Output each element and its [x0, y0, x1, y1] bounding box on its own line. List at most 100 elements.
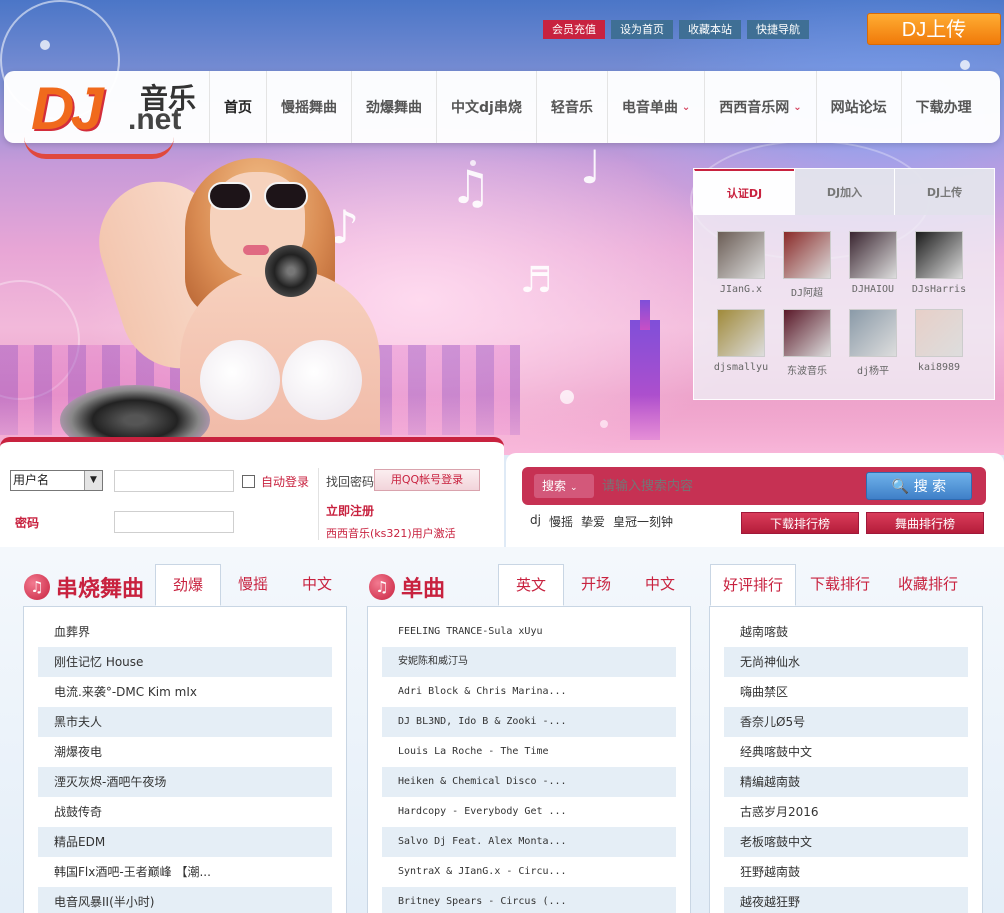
site-logo[interactable]: DJ 音乐 .net [4, 71, 209, 159]
vip-recharge-link[interactable]: 会员充值 [543, 20, 605, 39]
quick-nav-link[interactable]: 快捷导航 [747, 20, 809, 39]
password-input[interactable] [114, 511, 234, 533]
dj-card[interactable]: JIanG.x [708, 231, 774, 299]
qq-login-button[interactable]: 用QQ帐号登录 [374, 469, 480, 491]
tab-single-opening[interactable]: 开场 [564, 564, 628, 606]
nav-edm-single[interactable]: 电音单曲 ⌄ [606, 71, 704, 143]
list-item[interactable]: 古惑岁月2016 [724, 797, 968, 827]
hotword[interactable]: 皇冠一刻钟 [613, 513, 673, 530]
tab-certified-dj[interactable]: 认证DJ [694, 169, 794, 215]
dj-avatar[interactable] [849, 231, 897, 279]
dj-avatar[interactable] [915, 309, 963, 357]
tab-rank-download[interactable]: 下载排行 [796, 564, 884, 606]
list-item[interactable]: 电音风暴II(半小时) [38, 887, 332, 913]
find-password-link[interactable]: 找回密码 [326, 473, 374, 490]
list-item[interactable]: 潮爆夜电 [38, 737, 332, 767]
list-item[interactable]: FEELING TRANCE-Sula xUyu [382, 617, 676, 647]
dj-avatar[interactable] [783, 309, 831, 357]
tab-rank-rating[interactable]: 好评排行 [710, 564, 797, 606]
list-item[interactable]: 经典喀鼓中文 [724, 737, 968, 767]
dj-card[interactable]: DJHAIOU [840, 231, 906, 299]
list-item[interactable]: 香奈儿Ø5号 [724, 707, 968, 737]
list-item[interactable]: Britney Spears - Circus (... [382, 887, 676, 913]
tab-rank-favorite[interactable]: 收藏排行 [884, 564, 972, 606]
list-item[interactable]: 战鼓传奇 [38, 797, 332, 827]
list-item[interactable]: 电流.来袭°-DMC Kim mIx [38, 677, 332, 707]
download-rank-button[interactable]: 下载排行榜 [741, 512, 859, 534]
dj-name[interactable]: DJHAIOU [840, 284, 906, 295]
dj-card[interactable]: 东波音乐 [774, 309, 840, 377]
dj-name[interactable]: DJ阿超 [774, 284, 840, 299]
list-item[interactable]: 越南喀鼓 [724, 617, 968, 647]
list-item[interactable]: 刚住记忆 House [38, 647, 332, 677]
dj-avatar[interactable] [717, 231, 765, 279]
auto-login-checkbox[interactable]: 自动登录 [242, 473, 309, 490]
nav-hot-dance[interactable]: 劲爆舞曲 [351, 71, 436, 143]
nav-chinese-mix[interactable]: 中文dj串烧 [436, 71, 536, 143]
dj-name[interactable]: kai8989 [906, 362, 972, 373]
list-item[interactable]: 精品EDM [38, 827, 332, 857]
hotword[interactable]: 慢摇 [549, 513, 573, 530]
dj-card[interactable]: dj杨平 [840, 309, 906, 377]
nav-light-music[interactable]: 轻音乐 [535, 71, 607, 143]
list-item[interactable]: 嗨曲禁区 [724, 677, 968, 707]
register-link[interactable]: 立即注册 [326, 502, 374, 519]
username-type-select[interactable]: 用户名 ▼ [10, 470, 103, 491]
tab-mix-chinese[interactable]: 中文 [285, 564, 349, 606]
set-homepage-link[interactable]: 设为首页 [611, 20, 673, 39]
dj-name[interactable]: DJsHarris [906, 284, 972, 295]
list-item[interactable]: 血葬界 [38, 617, 332, 647]
list-item[interactable]: SyntraX & JIanG.x - Circu... [382, 857, 676, 887]
hotword[interactable]: dj [530, 513, 541, 530]
dj-upload-button[interactable]: DJ上传 [867, 13, 1001, 45]
list-item[interactable]: 越夜越狂野 [724, 887, 968, 913]
nav-slow-dance[interactable]: 慢摇舞曲 [266, 71, 351, 143]
top-links: 会员充值 设为首页 收藏本站 快捷导航 [543, 20, 809, 39]
list-item[interactable]: 无尚神仙水 [724, 647, 968, 677]
dj-card[interactable]: DJ阿超 [774, 231, 840, 299]
tab-dj-upload[interactable]: DJ上传 [894, 169, 994, 215]
dj-card[interactable]: DJsHarris [906, 231, 972, 299]
list-item[interactable]: Adri Block & Chris Marina... [382, 677, 676, 707]
list-item[interactable]: 黑市夫人 [38, 707, 332, 737]
nav-download[interactable]: 下载办理 [900, 71, 986, 143]
list-item[interactable]: 狂野越南鼓 [724, 857, 968, 887]
dj-card[interactable]: djsmallyu [708, 309, 774, 377]
tab-single-chinese[interactable]: 中文 [628, 564, 692, 606]
dj-name[interactable]: 东波音乐 [774, 362, 840, 377]
dj-avatar[interactable] [717, 309, 765, 357]
dj-name[interactable]: djsmallyu [708, 362, 774, 373]
nav-home[interactable]: 首页 [209, 71, 266, 143]
list-item[interactable]: Heiken & Chemical Disco -... [382, 767, 676, 797]
music-note-icon: ♫ [369, 574, 395, 600]
search-type-select[interactable]: 搜索 ⌄ [534, 474, 594, 498]
list-item[interactable]: 湮灭灰烬-酒吧午夜场 [38, 767, 332, 797]
dj-avatar[interactable] [783, 231, 831, 279]
activate-link[interactable]: 西西音乐(ks321)用户激活 [326, 525, 456, 541]
username-input[interactable] [114, 470, 234, 492]
list-item[interactable]: Hardcopy - Everybody Get ... [382, 797, 676, 827]
list-item[interactable]: 老板喀鼓中文 [724, 827, 968, 857]
list-item[interactable]: 安妮陈和威汀马 [382, 647, 676, 677]
dj-name[interactable]: JIanG.x [708, 284, 774, 295]
nav-forum[interactable]: 网站论坛 [815, 71, 901, 143]
tab-mix-slow[interactable]: 慢摇 [221, 564, 285, 606]
dj-name[interactable]: dj杨平 [840, 362, 906, 377]
list-item[interactable]: 韩国Flx酒吧-王者巅峰 【潮... [38, 857, 332, 887]
list-item[interactable]: DJ BL3ND, Ido B & Zooki -... [382, 707, 676, 737]
tab-single-english[interactable]: 英文 [498, 564, 565, 606]
tab-mix-hot[interactable]: 劲爆 [155, 564, 222, 606]
dance-rank-button[interactable]: 舞曲排行榜 [866, 512, 984, 534]
hotword[interactable]: 挚爱 [581, 513, 605, 530]
list-item[interactable]: Salvo Dj Feat. Alex Monta... [382, 827, 676, 857]
dj-avatar[interactable] [849, 309, 897, 357]
search-button[interactable]: 🔍 搜 索 [866, 472, 972, 500]
tab-dj-join[interactable]: DJ加入 [794, 169, 894, 215]
list-item[interactable]: Louis La Roche - The Time [382, 737, 676, 767]
dj-avatar[interactable] [915, 231, 963, 279]
search-input[interactable] [602, 474, 862, 498]
nav-xixi-music[interactable]: 西西音乐网 ⌄ [704, 71, 815, 143]
bookmark-link[interactable]: 收藏本站 [679, 20, 741, 39]
list-item[interactable]: 精编越南鼓 [724, 767, 968, 797]
dj-card[interactable]: kai8989 [906, 309, 972, 377]
